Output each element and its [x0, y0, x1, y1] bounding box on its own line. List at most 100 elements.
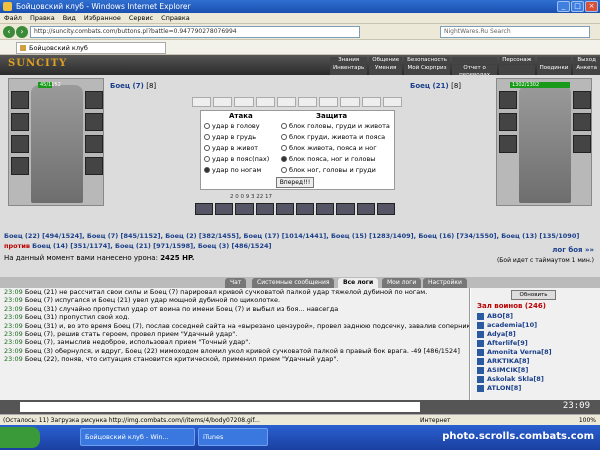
defense-option[interactable]: блок груди, живота и пояса [281, 133, 385, 141]
skill-icon[interactable] [215, 203, 234, 215]
start-button[interactable] [0, 427, 40, 448]
defense-radio-3 [281, 156, 287, 162]
item-slot[interactable] [85, 113, 103, 131]
action-slot[interactable] [255, 97, 275, 107]
defense-option[interactable]: блок живота, пояса и ног [281, 144, 377, 152]
roster-user[interactable]: Askolak Skla[8] [477, 375, 544, 383]
action-slot[interactable] [382, 97, 403, 107]
item-slot[interactable] [499, 135, 517, 153]
tab-system[interactable]: Системные сообщения [252, 278, 335, 288]
attack-option[interactable]: удар в живот [204, 144, 258, 152]
chat-input[interactable] [20, 402, 420, 412]
defense-option[interactable]: блок пояса, ног и головы [281, 155, 375, 163]
item-slot[interactable] [573, 91, 591, 109]
roster-user[interactable]: Adya[8] [477, 330, 516, 338]
item-slot[interactable] [499, 91, 517, 109]
menu-file[interactable]: Файл [4, 13, 22, 23]
item-slot[interactable] [85, 157, 103, 175]
nav-security[interactable]: Безопасность [404, 57, 450, 64]
menu-edit[interactable]: Правка [30, 13, 55, 23]
nav-character[interactable]: Персонаж [499, 57, 535, 64]
item-slot[interactable] [11, 157, 29, 175]
roster-user[interactable]: ARKTIKA[8] [477, 357, 529, 365]
log-line: 23:09 Боец (31) пропустил свой ход. [4, 313, 130, 322]
tab-chat[interactable]: Чат [225, 278, 247, 288]
nav-chat[interactable]: Общение [369, 57, 403, 64]
minimize-button[interactable]: _ [557, 1, 570, 12]
chat-input-bar: 23:09 [0, 400, 600, 414]
item-slot[interactable] [499, 113, 517, 131]
action-slot[interactable] [276, 97, 297, 107]
action-slot[interactable] [234, 97, 254, 107]
skill-icon[interactable] [316, 203, 335, 215]
roster-user[interactable]: ATLON[8] [477, 384, 521, 392]
skill-icon[interactable] [296, 203, 315, 215]
menu-help[interactable]: Справка [161, 13, 190, 23]
action-slot[interactable] [340, 97, 360, 107]
defense-option[interactable]: блок ног, головы и груди [281, 166, 376, 174]
action-slot[interactable] [298, 97, 318, 107]
skill-icon[interactable] [235, 203, 254, 215]
clan-icon [477, 321, 484, 329]
nav-exit[interactable]: Выход [573, 57, 600, 64]
skill-icon[interactable] [275, 203, 295, 215]
item-slot[interactable] [573, 113, 591, 131]
browser-tab[interactable]: Бойцовский клуб [16, 42, 166, 54]
log-line: 23:09 Боец (21) не рассчитал свои силы и… [4, 288, 428, 296]
refresh-button[interactable]: Обновить [511, 290, 556, 300]
item-slot[interactable] [573, 135, 591, 153]
roster-user[interactable]: ASIMCIK[8] [477, 366, 528, 374]
attack-option[interactable]: удар в грудь [204, 133, 256, 141]
tab-my-logs[interactable]: Мои логи [382, 278, 422, 288]
menu-view[interactable]: Вид [63, 13, 76, 23]
roster-user[interactable]: academia[10] [477, 321, 537, 329]
action-slot[interactable] [192, 97, 212, 107]
roster-user[interactable]: ABO[8] [477, 312, 513, 320]
attack-option[interactable]: удар в пояс(пах) [204, 155, 269, 163]
tab-all-logs[interactable]: Все логи [338, 278, 379, 288]
defense-radio-4 [281, 167, 287, 173]
action-slot[interactable] [361, 97, 381, 107]
action-slot[interactable] [213, 97, 233, 107]
menu-tools[interactable]: Сервис [129, 13, 153, 23]
team-one-list: Боец (22) [494/1524], Боец (7) [845/1152… [4, 232, 580, 240]
item-slot[interactable] [11, 135, 29, 153]
defense-option[interactable]: блок головы, груди и живота [281, 122, 390, 130]
item-slot[interactable] [85, 91, 103, 109]
attack-option[interactable]: удар в голову [204, 122, 260, 130]
fight-log-link[interactable]: лог боя »» [552, 246, 594, 254]
task-itunes[interactable]: iTunes [198, 428, 268, 446]
defense-radio-1 [281, 134, 287, 140]
nav-knowledge[interactable]: Знания [330, 57, 368, 64]
skill-icon[interactable] [376, 203, 396, 215]
skill-icon[interactable] [255, 203, 274, 215]
log-line: 23:09 Боец (7), решив стать героем, пров… [4, 330, 238, 339]
roster-user[interactable]: Afterlife[9] [477, 339, 528, 347]
action-slot[interactable] [319, 97, 339, 107]
attack-submit-button[interactable]: Вперед!!! [276, 177, 314, 188]
item-slot[interactable] [11, 91, 29, 109]
item-slot[interactable] [85, 135, 103, 153]
skill-icon[interactable] [336, 203, 355, 215]
log-tabs: Чат Системные сообщения Все логи Мои лог… [0, 277, 600, 288]
right-fighter-name[interactable]: Боец (21) [8] [410, 82, 461, 90]
menu-favorites[interactable]: Избранное [84, 13, 121, 23]
tab-settings[interactable]: Настройки [423, 278, 467, 288]
search-input[interactable]: NightWares.Ru Search [440, 26, 590, 38]
address-bar: ‹ › http://suncity.combats.com/buttons.p… [0, 24, 600, 40]
back-arrow-icon[interactable]: ‹ [3, 26, 15, 38]
left-fighter-name[interactable]: Боец (7) [8] [110, 82, 156, 90]
damage-summary: На данный момент вами нанесено урона: 24… [4, 254, 195, 262]
left-character-panel [8, 78, 104, 206]
attack-option[interactable]: удар по ногам [204, 166, 261, 174]
forward-arrow-icon[interactable]: › [16, 26, 28, 38]
address-input[interactable]: http://suncity.combats.com/buttons.pl?ba… [30, 26, 360, 38]
skill-icon[interactable] [356, 203, 375, 215]
skill-icon[interactable] [195, 203, 214, 215]
roster-user[interactable]: Amonita Verna[8] [477, 348, 552, 356]
maximize-button[interactable]: □ [571, 1, 584, 12]
combat-choice-box: Атака Защита удар в голову удар в грудь … [200, 110, 395, 190]
item-slot[interactable] [11, 113, 29, 131]
task-ie[interactable]: Бойцовский клуб - Win... [80, 428, 195, 446]
close-button[interactable]: × [585, 1, 598, 12]
